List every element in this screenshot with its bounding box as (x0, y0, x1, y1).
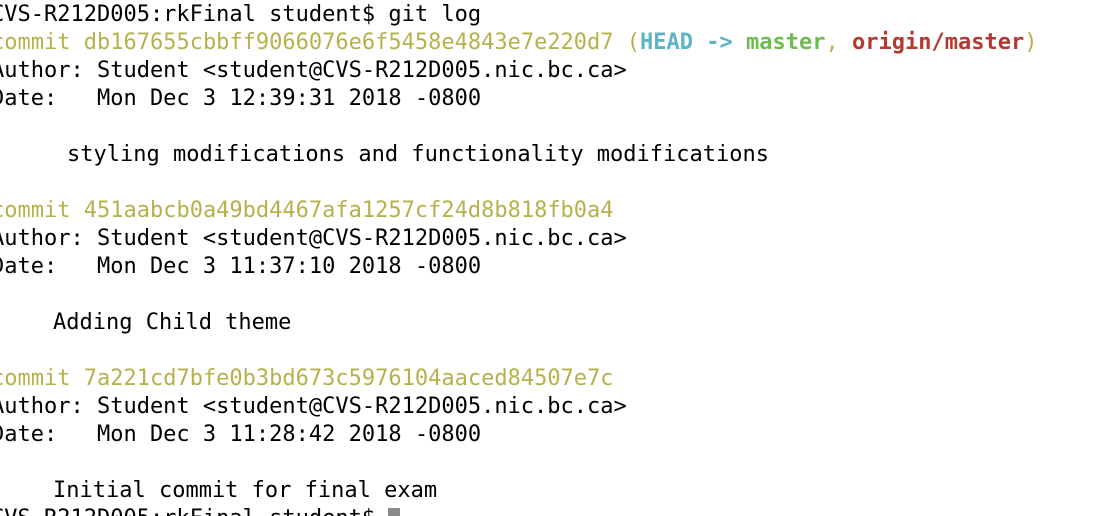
author-line: Author: Student <student@CVS-R212D005.ni… (0, 394, 627, 419)
commit-message: Initial commit for final exam (53, 478, 438, 503)
commit-hash: db167655cbbff9066076e6f5458e4843e7e220d7 (83, 30, 614, 55)
refs-separator: , (825, 30, 852, 55)
refs-close: ) (1024, 30, 1038, 55)
date-line: Date: Mon Dec 3 11:37:10 2018 -0800 (0, 254, 482, 279)
commit-label: commit (0, 30, 71, 55)
commit-line: commit 451aabcb0a49bd4467afa1257cf24d8b8… (0, 197, 1037, 225)
date-line: Date: Mon Dec 3 11:28:42 2018 -0800 (0, 422, 482, 447)
commit-message: Adding Child theme (53, 310, 292, 335)
commit-hash: 7a221cd7bfe0b3bd673c5976104aaced84507e7c (83, 366, 614, 391)
commit-label: commit (0, 198, 71, 223)
shell-prompt[interactable]: CVS-R212D005:rkFinal student$ (0, 505, 1037, 516)
commit-line: commit db167655cbbff9066076e6f5458e4843e… (0, 29, 1037, 57)
terminal-window[interactable]: CVS-R212D005:rkFinal student$ git log co… (0, 0, 1104, 516)
commit-line: commit 7a221cd7bfe0b3bd673c5976104aaced8… (0, 365, 1037, 393)
commit-message: styling modifications and functionality … (67, 142, 769, 167)
author-line: Author: Student <student@CVS-R212D005.ni… (0, 58, 627, 83)
local-branch-ref: master (746, 30, 826, 55)
author-line: Author: Student <student@CVS-R212D005.ni… (0, 226, 627, 251)
command-line: CVS-R212D005:rkFinal student$ git log (0, 1, 1037, 29)
date-line: Date: Mon Dec 3 12:39:31 2018 -0800 (0, 86, 482, 111)
text-cursor (388, 508, 401, 516)
command-text: CVS-R212D005:rkFinal student$ git log (0, 2, 482, 27)
prompt-text: CVS-R212D005:rkFinal student$ (0, 506, 388, 516)
remote-branch-ref: origin/master (852, 30, 1025, 55)
commit-label: commit (0, 366, 71, 391)
commit-hash: 451aabcb0a49bd4467afa1257cf24d8b818fb0a4 (83, 198, 614, 223)
refs-open: ( (613, 30, 641, 55)
head-ref: HEAD -> (640, 30, 747, 55)
terminal-output: CVS-R212D005:rkFinal student$ git log co… (0, 1, 1037, 516)
